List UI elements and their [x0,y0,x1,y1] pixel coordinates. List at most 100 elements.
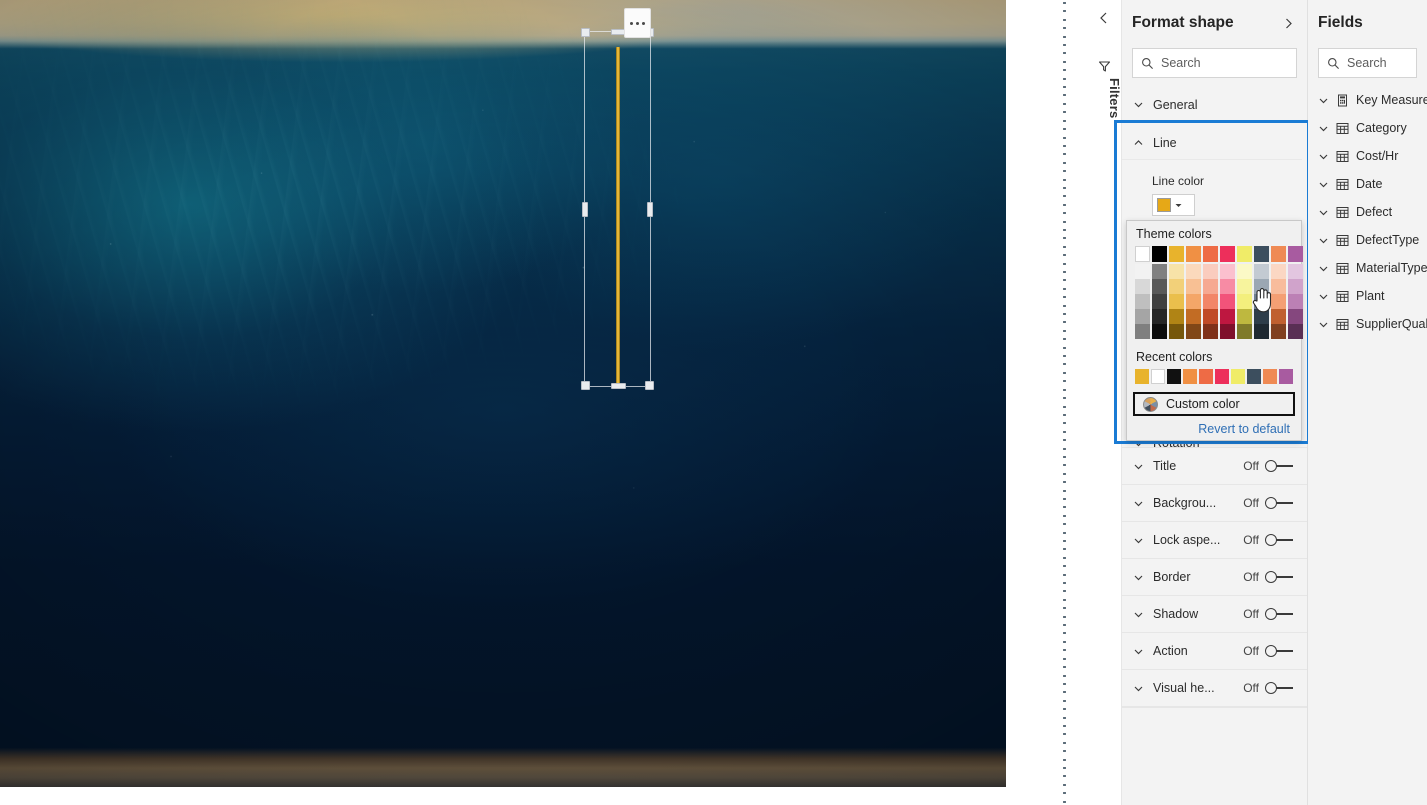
theme-color-swatch[interactable] [1203,279,1218,294]
format-section-visual-header[interactable]: Visual he... Off [1122,669,1307,706]
theme-color-swatch[interactable] [1152,324,1167,339]
line-shape[interactable] [581,28,654,390]
fields-list-item[interactable]: Category [1308,114,1427,142]
theme-color-swatch[interactable] [1254,324,1269,339]
report-page[interactable] [0,0,1006,787]
recent-color-swatch[interactable] [1247,369,1261,384]
theme-color-swatch[interactable] [1186,324,1201,339]
format-section-action-toggle[interactable] [1265,645,1295,657]
recent-color-swatch[interactable] [1279,369,1293,384]
theme-color-swatch[interactable] [1135,264,1150,279]
theme-color-swatch[interactable] [1169,246,1184,262]
theme-color-swatch[interactable] [1288,246,1303,262]
fields-list[interactable]: Key Measures Category Cost/Hr Date Defec… [1308,86,1427,338]
theme-color-column[interactable] [1152,246,1167,339]
fields-list-item[interactable]: Key Measures [1308,86,1427,114]
resize-handle-bottom-right[interactable] [645,381,654,390]
format-section-line-header[interactable]: Line [1122,126,1302,160]
format-section-action[interactable]: Action Off [1122,632,1307,669]
theme-color-swatch[interactable] [1271,324,1286,339]
theme-color-swatch[interactable] [1152,279,1167,294]
theme-color-swatch[interactable] [1152,264,1167,279]
format-section-shadow-toggle[interactable] [1265,608,1295,620]
theme-color-swatch[interactable] [1186,264,1201,279]
fields-list-item[interactable]: Cost/Hr [1308,142,1427,170]
theme-color-swatch[interactable] [1186,246,1201,262]
theme-color-swatch[interactable] [1169,309,1184,324]
recent-color-swatch[interactable] [1263,369,1277,384]
theme-color-swatch[interactable] [1152,309,1167,324]
recent-colors-row[interactable] [1127,369,1301,384]
format-section-general[interactable]: General [1122,86,1307,123]
format-search-input[interactable]: Search [1132,48,1297,78]
theme-color-swatch[interactable] [1271,279,1286,294]
theme-color-swatch[interactable] [1254,309,1269,324]
theme-color-swatch[interactable] [1288,324,1303,339]
theme-color-swatch[interactable] [1288,264,1303,279]
theme-color-swatch[interactable] [1186,279,1201,294]
chevron-down-icon[interactable] [1318,291,1329,302]
theme-color-swatch[interactable] [1203,309,1218,324]
theme-color-swatch[interactable] [1271,264,1286,279]
theme-color-swatch[interactable] [1220,264,1235,279]
resize-handle-top-left[interactable] [581,28,590,37]
resize-handle-bottom-left[interactable] [581,381,590,390]
theme-color-column[interactable] [1271,246,1286,339]
theme-color-swatch[interactable] [1135,324,1150,339]
theme-color-swatch[interactable] [1237,246,1252,262]
chevron-down-icon[interactable] [1318,235,1329,246]
theme-color-swatch[interactable] [1288,309,1303,324]
recent-color-swatch[interactable] [1231,369,1245,384]
format-section-border-toggle[interactable] [1265,571,1295,583]
theme-color-swatch[interactable] [1220,324,1235,339]
line-color-picker-button[interactable] [1152,194,1195,216]
theme-color-swatch[interactable] [1237,264,1252,279]
theme-color-swatch[interactable] [1271,294,1286,309]
theme-color-column[interactable] [1169,246,1184,339]
theme-color-swatch[interactable] [1186,294,1201,309]
resize-handle-middle-left[interactable] [582,202,588,217]
recent-color-swatch[interactable] [1215,369,1229,384]
report-canvas-area[interactable] [0,0,1060,805]
fields-list-item[interactable]: Date [1308,170,1427,198]
fields-search-input[interactable]: Search [1318,48,1417,78]
format-section-shadow[interactable]: Shadow Off [1122,595,1307,632]
theme-color-swatch[interactable] [1203,324,1218,339]
filters-pane-collapsed[interactable]: Filters [1088,0,1122,805]
theme-color-column[interactable] [1203,246,1218,339]
custom-color-button[interactable]: Custom color [1133,392,1295,416]
theme-color-swatch[interactable] [1135,279,1150,294]
theme-color-swatch[interactable] [1271,309,1286,324]
theme-color-swatch[interactable] [1203,264,1218,279]
resize-handle-middle-right[interactable] [647,202,653,217]
theme-color-swatch[interactable] [1152,294,1167,309]
theme-color-swatch[interactable] [1220,246,1235,262]
format-section-title-toggle[interactable] [1265,460,1295,472]
theme-color-swatch[interactable] [1152,246,1167,262]
theme-color-column[interactable] [1135,246,1150,339]
color-picker-dropdown[interactable]: Theme colors Recent colors Custom color … [1126,220,1303,441]
fields-list-item[interactable]: DefectType [1308,226,1427,254]
theme-color-swatch[interactable] [1288,294,1303,309]
chevron-down-icon[interactable] [1318,95,1329,106]
theme-color-swatch[interactable] [1237,279,1252,294]
pane-resize-splitter[interactable] [1062,0,1067,805]
format-section-border[interactable]: Border Off [1122,558,1307,595]
theme-color-column[interactable] [1288,246,1303,339]
chevron-right-icon[interactable] [1282,17,1295,30]
theme-color-swatch[interactable] [1237,309,1252,324]
fields-list-item[interactable]: MaterialType [1308,254,1427,282]
chevron-down-icon[interactable] [1318,179,1329,190]
chevron-down-icon[interactable] [1318,207,1329,218]
theme-color-swatch[interactable] [1169,294,1184,309]
theme-color-swatch[interactable] [1203,294,1218,309]
recent-color-swatch[interactable] [1183,369,1197,384]
resize-handle-bottom-center[interactable] [610,383,626,389]
theme-color-swatch[interactable] [1169,264,1184,279]
format-section-background-toggle[interactable] [1265,497,1295,509]
recent-color-swatch[interactable] [1135,369,1149,384]
recent-color-swatch[interactable] [1199,369,1213,384]
theme-color-swatch[interactable] [1220,309,1235,324]
format-section-lock-aspect[interactable]: Lock aspe... Off [1122,521,1307,558]
fields-list-item[interactable]: SupplierQuality [1308,310,1427,338]
